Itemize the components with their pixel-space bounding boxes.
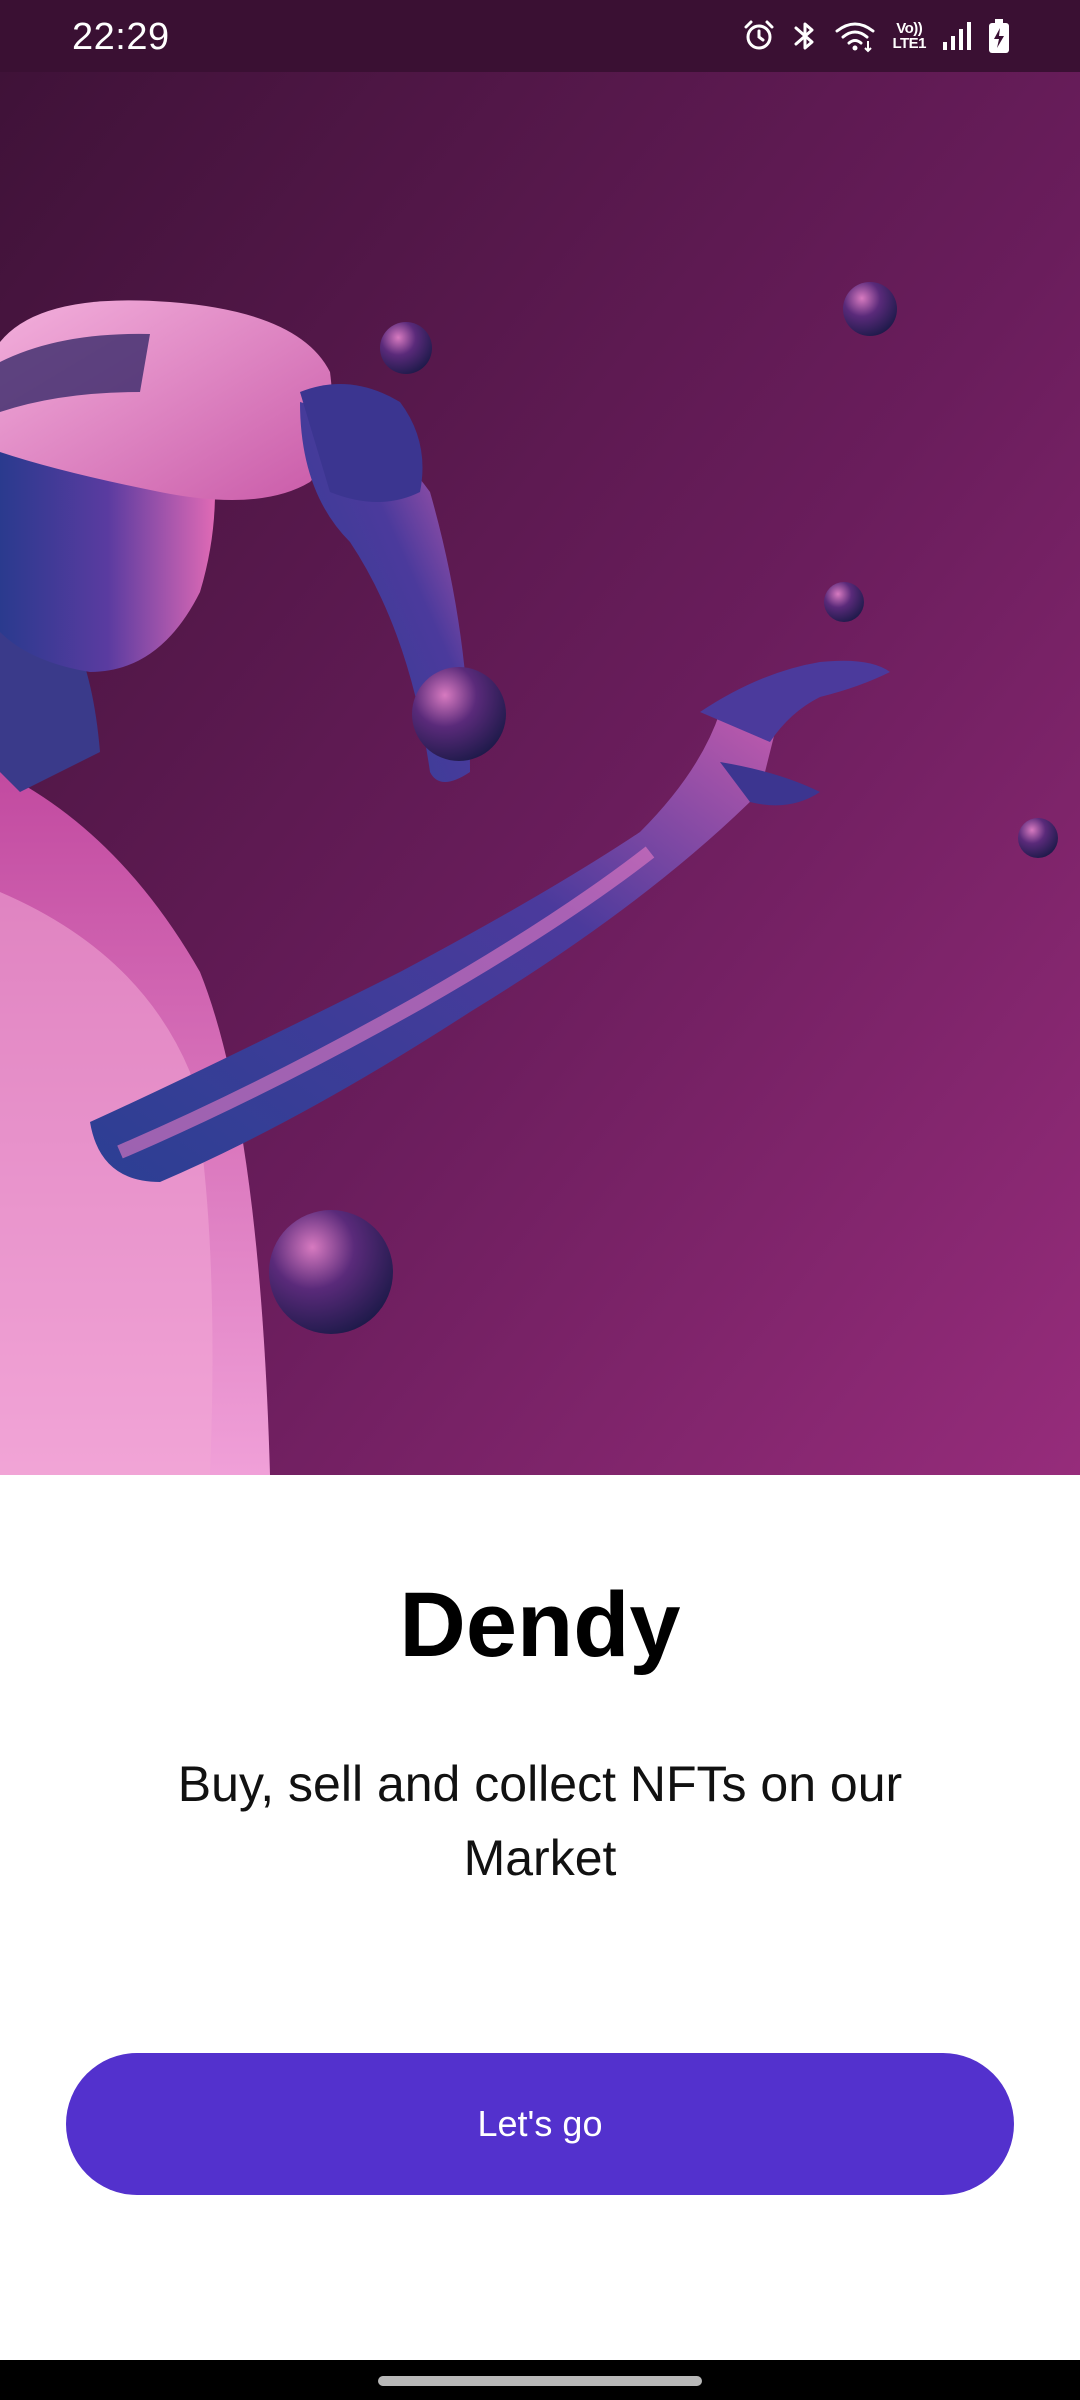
status-icons: Vo)) LTE1 <box>742 16 1010 56</box>
signal-icon <box>942 16 972 56</box>
battery-charging-icon <box>988 16 1010 56</box>
navigation-bar <box>0 2360 1080 2400</box>
wifi-icon <box>834 16 876 56</box>
volte-icon: Vo)) LTE1 <box>892 16 926 56</box>
status-bar: 22:29 Vo)) LTE1 <box>0 0 1080 72</box>
hero-image <box>0 72 1080 1475</box>
volte-label-bottom: LTE1 <box>892 35 926 52</box>
bluetooth-icon <box>792 16 818 56</box>
onboarding-screen: 22:29 Vo)) LTE1 Dendy Buy, sell and coll… <box>0 0 1080 2400</box>
status-time: 22:29 <box>72 16 170 58</box>
lets-go-button[interactable]: Let's go <box>66 2053 1014 2195</box>
alarm-icon <box>742 16 776 56</box>
main-content: Dendy Buy, sell and collect NFTs on our … <box>0 1475 1080 2360</box>
app-title: Dendy <box>399 1574 681 1676</box>
vr-figure-illustration <box>0 72 1080 1475</box>
home-gesture-handle[interactable] <box>378 2376 702 2386</box>
tagline: Buy, sell and collect NFTs on our Market <box>177 1756 903 1886</box>
